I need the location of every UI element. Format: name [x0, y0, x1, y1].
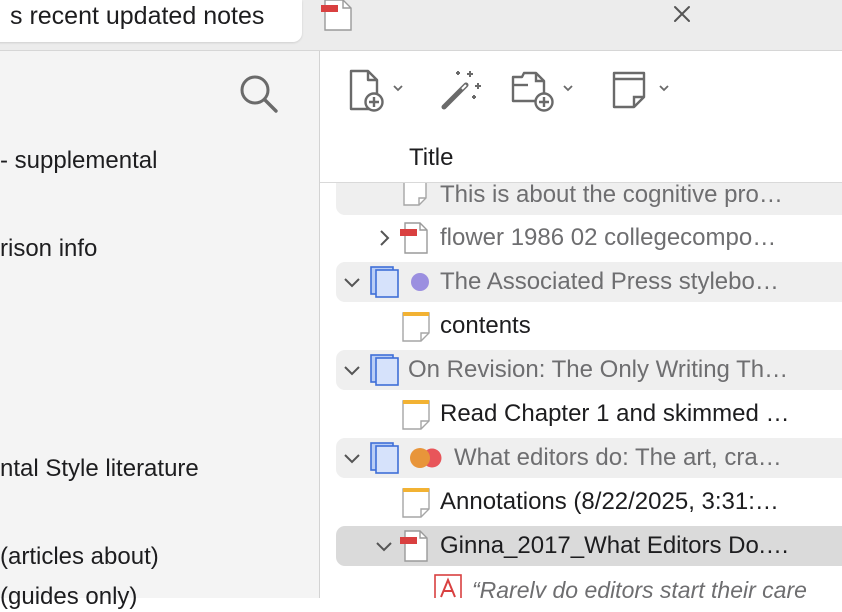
- items-column-header: Title: [320, 134, 842, 183]
- item-title: On Revision: The Only Writing Th…: [408, 356, 789, 383]
- chevron-down-icon: [659, 85, 669, 92]
- new-note-button[interactable]: [610, 67, 674, 111]
- add-attachment-button[interactable]: [510, 67, 578, 112]
- items-toolbar: [320, 51, 842, 135]
- chevron-down-icon[interactable]: [342, 360, 362, 380]
- tag-color-orange-red-icon: [408, 447, 448, 474]
- collection-item[interactable]: rison info: [0, 234, 97, 264]
- search-icon[interactable]: [238, 73, 280, 120]
- item-title: flower 1986 02 collegecompo…: [440, 224, 777, 251]
- tab-recent-updated-notes[interactable]: s recent updated notes: [0, 0, 302, 42]
- annotation-text: “Rarely do editors start their care: [472, 577, 807, 598]
- tab-bar: s recent updated notes: [0, 0, 842, 51]
- column-title[interactable]: Title: [409, 143, 453, 173]
- add-attachment-icon: [511, 71, 554, 112]
- pdf-document-icon: [400, 530, 432, 567]
- note-icon: [402, 488, 430, 523]
- collection-item[interactable]: (guides only): [0, 582, 137, 612]
- list-item[interactable]: The Associated Press stylebo…: [336, 262, 842, 302]
- chevron-down-icon[interactable]: [342, 448, 362, 468]
- item-title: Annotations (8/22/2025, 3:31:…: [440, 488, 779, 515]
- item-title: The Associated Press stylebo…: [440, 268, 779, 295]
- collection-item[interactable]: (articles about): [0, 542, 159, 572]
- book-icon: [370, 354, 400, 391]
- collections-pane: - supplemental rison info ntal Style lit…: [0, 51, 320, 610]
- item-title: What editors do: The art, cra…: [454, 444, 782, 471]
- tag-color-purple-icon: [410, 272, 430, 297]
- new-item-button[interactable]: [346, 67, 408, 112]
- chevron-down-icon: [393, 85, 403, 92]
- chevron-down-icon: [563, 85, 573, 92]
- list-item[interactable]: This is about the cognitive pro…: [336, 183, 842, 215]
- note-icon: [402, 400, 430, 435]
- book-icon: [370, 266, 400, 303]
- close-icon[interactable]: [668, 0, 696, 28]
- item-title: This is about the cognitive pro…: [440, 183, 783, 208]
- chevron-right-icon[interactable]: [374, 228, 394, 248]
- note-icon: [402, 312, 430, 347]
- list-item[interactable]: What editors do: The art, cra…: [336, 438, 842, 478]
- list-item[interactable]: On Revision: The Only Writing Th…: [336, 350, 842, 390]
- list-item[interactable]: Read Chapter 1 and skimmed …: [336, 394, 842, 434]
- item-title: contents: [440, 312, 531, 339]
- list-item[interactable]: Annotations (8/22/2025, 3:31:…: [336, 482, 842, 522]
- list-item[interactable]: flower 1986 02 collegecompo…: [336, 218, 842, 258]
- new-item-icon: [349, 69, 384, 112]
- pdf-document-icon[interactable]: [321, 0, 357, 37]
- chevron-down-icon[interactable]: [342, 272, 362, 292]
- collection-item[interactable]: - supplemental: [0, 146, 157, 176]
- chevron-down-icon[interactable]: [374, 536, 394, 556]
- book-icon: [370, 442, 400, 479]
- new-note-icon: [612, 71, 646, 109]
- magic-wand-icon: [441, 71, 481, 110]
- pdf-document-icon: [400, 222, 432, 259]
- tab-label: s recent updated notes: [10, 2, 265, 30]
- item-title: Read Chapter 1 and skimmed …: [440, 400, 790, 427]
- list-item-selected[interactable]: Ginna_2017_What Editors Do.…: [336, 526, 842, 566]
- item-title: Ginna_2017_What Editors Do.…: [440, 532, 790, 559]
- list-item[interactable]: “Rarely do editors start their care: [336, 570, 842, 598]
- collection-item[interactable]: ntal Style literature: [0, 454, 199, 484]
- text-annotation-icon: [434, 574, 462, 598]
- note-icon: [402, 183, 428, 212]
- items-tree: This is about the cognitive pro… flower …: [320, 183, 842, 598]
- add-by-identifier-button[interactable]: [438, 67, 484, 111]
- list-item[interactable]: contents: [336, 306, 842, 346]
